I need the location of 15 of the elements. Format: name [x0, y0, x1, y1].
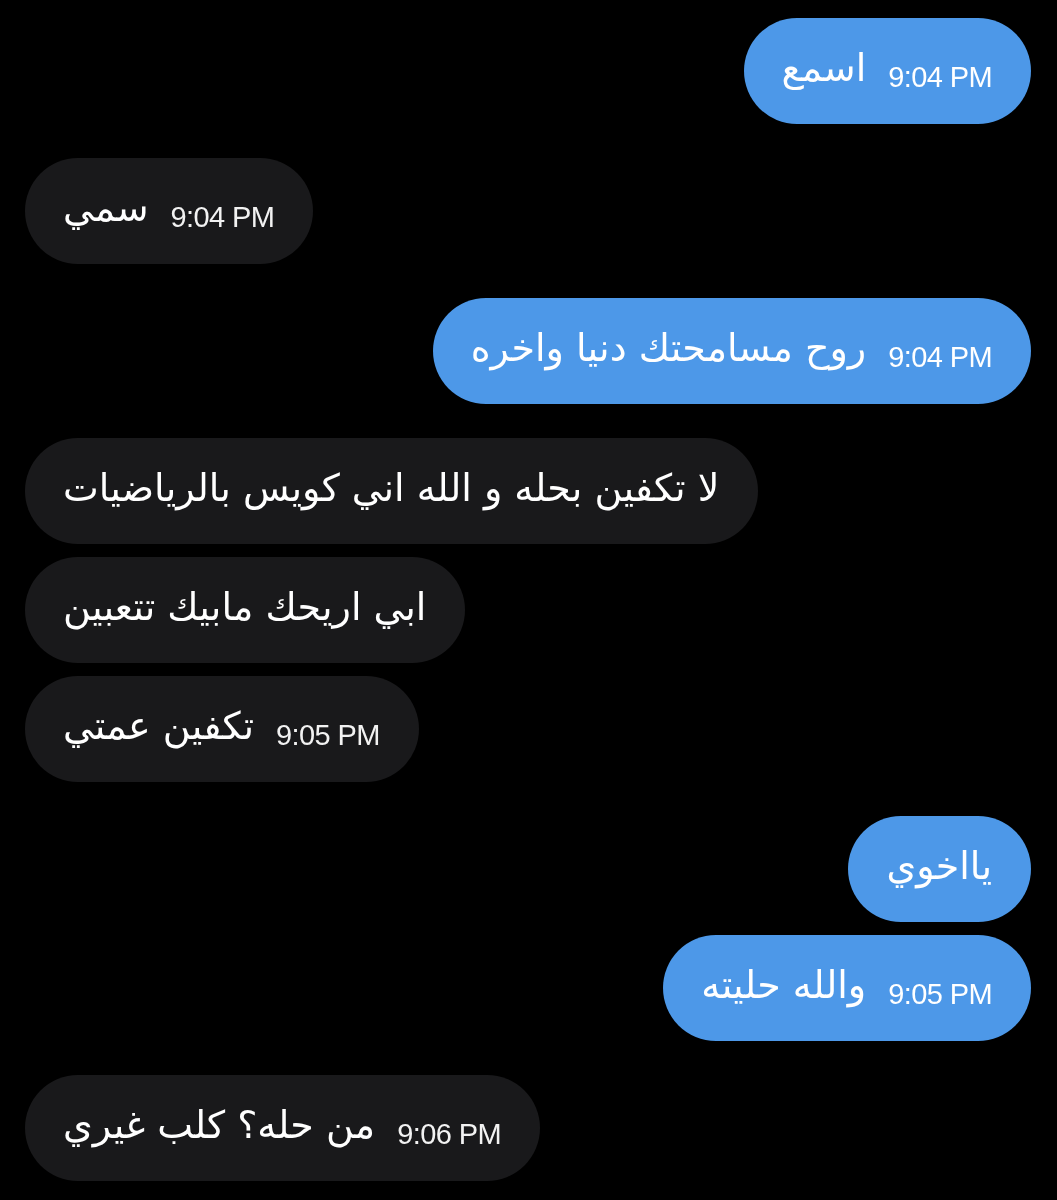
timestamp: 9:05 PM [888, 977, 992, 1011]
message-text: من حله؟ كلب غيري [63, 1102, 376, 1149]
message-text: تكفين عمتي [63, 703, 255, 750]
timestamp: 9:04 PM [888, 60, 992, 94]
message-text: يااخوي [886, 843, 992, 890]
message-text: سمي [63, 185, 149, 232]
message-text: والله حليته [701, 962, 867, 1009]
message-text: اسمع [781, 45, 867, 92]
timestamp: 9:06 PM [397, 1117, 501, 1151]
timestamp: 9:05 PM [276, 718, 380, 752]
timestamp: 9:04 PM [888, 340, 992, 374]
timestamp: 9:04 PM [170, 200, 275, 234]
message-text: روح مسامحتك دنيا واخره [470, 325, 867, 372]
message-text: ابي اريحك مابيك تتعبين [63, 584, 427, 631]
message-text: لا تكفين بحله و الله اني كويس بالرياضيات [63, 465, 720, 512]
